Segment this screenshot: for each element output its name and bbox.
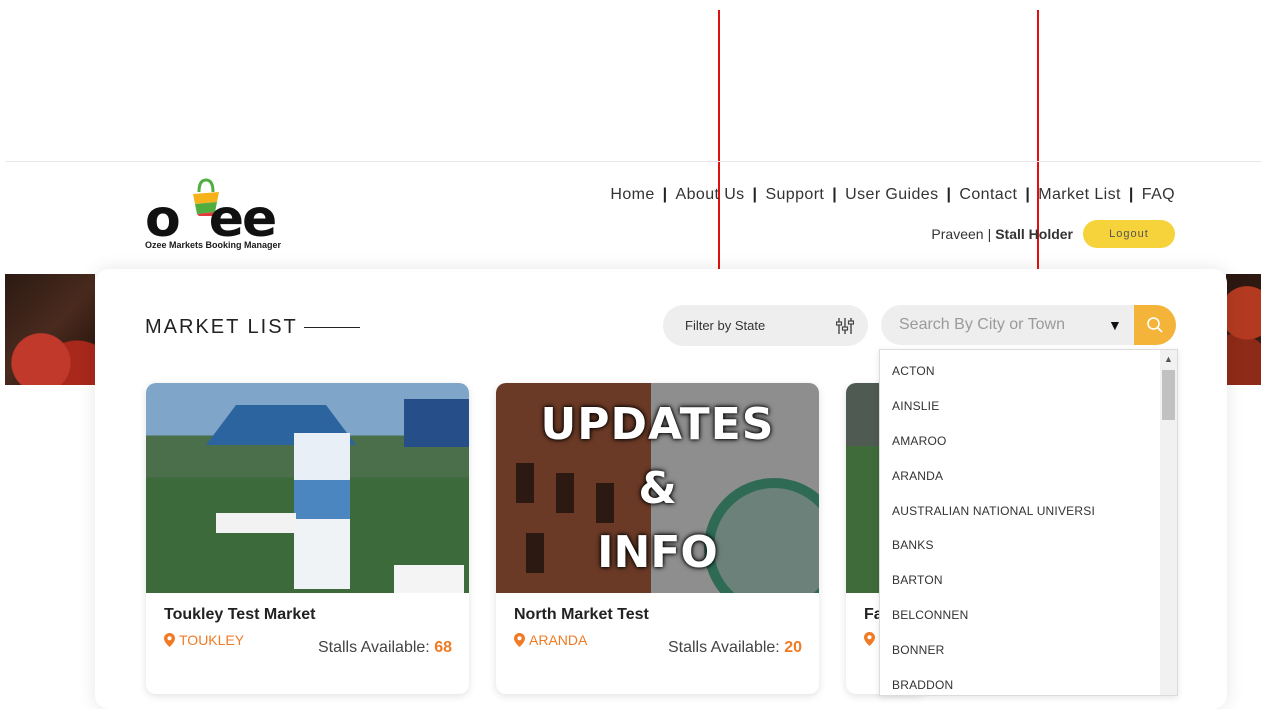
city-dropdown-list[interactable]: ACTON AINSLIE AMAROO ARANDA AUSTRALIAN N…: [879, 349, 1178, 696]
user-info: Praveen | Stall Holder Logout: [931, 220, 1175, 248]
nav-separator: |: [1025, 186, 1031, 203]
filter-by-state-button[interactable]: Filter by State: [663, 305, 868, 346]
image-overlay-text: UPDATES & INFO: [540, 399, 775, 578]
city-option[interactable]: AUSTRALIAN NATIONAL UNIVERSI: [880, 493, 1160, 528]
nav-separator: |: [662, 186, 668, 203]
city-option[interactable]: BARTON: [880, 563, 1160, 598]
city-option[interactable]: BRADDON: [880, 667, 1160, 695]
filter-label: Filter by State: [685, 318, 766, 333]
nav-separator: |: [752, 186, 758, 203]
market-card[interactable]: UPDATES & INFO North Market Test ARANDA …: [496, 383, 819, 694]
market-name: North Market Test: [514, 606, 649, 623]
logo-wordmark: o ee: [145, 189, 277, 249]
city-option[interactable]: BONNER: [880, 632, 1160, 667]
page-title-text: MARKET LIST: [145, 316, 298, 338]
nav-separator: |: [832, 186, 838, 203]
stalls-available: Stalls Available: 68: [318, 639, 452, 657]
market-card-image: UPDATES & INFO: [496, 383, 819, 593]
main-nav: Home | About Us | Support | User Guides …: [610, 186, 1175, 204]
user-separator: |: [987, 226, 992, 242]
logo-tagline: Ozee Markets Booking Manager: [145, 240, 282, 250]
dropdown-scroll-thumb[interactable]: [1162, 370, 1175, 420]
page-title: MARKET LIST: [145, 316, 360, 339]
site-logo[interactable]: o ee Ozee Markets Booking Manager: [145, 178, 310, 256]
city-search-input[interactable]: [881, 315, 1108, 335]
nav-market-list[interactable]: Market List: [1038, 186, 1121, 204]
title-underline: [303, 327, 360, 328]
stalls-available-count: 20: [784, 639, 802, 656]
user-name: Praveen: [931, 226, 984, 242]
annotation-arrow-search: [1037, 10, 1039, 298]
city-option[interactable]: AINSLIE: [880, 389, 1160, 424]
market-card-image: [146, 383, 469, 593]
nav-separator: |: [1128, 186, 1134, 203]
market-location-text: TOUKLEY: [179, 632, 245, 648]
nav-faq[interactable]: FAQ: [1142, 186, 1175, 204]
dropdown-caret-icon[interactable]: ▼: [1108, 317, 1122, 333]
scroll-up-icon[interactable]: ▲: [1160, 350, 1177, 367]
nav-separator: |: [946, 186, 952, 203]
stalls-available: Stalls Available: 20: [668, 639, 802, 657]
nav-home[interactable]: Home: [610, 186, 654, 204]
market-location: [864, 632, 875, 646]
user-role: Stall Holder: [995, 226, 1073, 242]
annotation-arrow-filter: [718, 10, 720, 298]
location-pin-icon: [514, 633, 525, 647]
market-card[interactable]: Toukley Test Market TOUKLEY Stalls Avail…: [146, 383, 469, 694]
market-name: Toukley Test Market: [164, 606, 316, 623]
top-divider: [6, 161, 1261, 162]
nav-support[interactable]: Support: [765, 186, 824, 204]
stalls-available-label: Stalls Available:: [667, 639, 780, 656]
city-option[interactable]: BELCONNEN: [880, 598, 1160, 633]
market-location: ARANDA: [514, 632, 587, 648]
sliders-icon: [836, 317, 854, 334]
city-option[interactable]: AMAROO: [880, 424, 1160, 459]
location-pin-icon: [164, 633, 175, 647]
stalls-available-count: 68: [434, 639, 452, 656]
city-option[interactable]: ARANDA: [880, 458, 1160, 493]
market-location: TOUKLEY: [164, 632, 244, 648]
search-button[interactable]: [1133, 305, 1176, 345]
nav-contact[interactable]: Contact: [959, 186, 1017, 204]
hero-background-left: [5, 274, 95, 385]
nav-user-guides[interactable]: User Guides: [845, 186, 938, 204]
stalls-available-label: Stalls Available:: [317, 639, 430, 656]
location-pin-icon: [864, 632, 875, 646]
city-option[interactable]: ACTON: [880, 354, 1160, 389]
city-search-box: ▼: [881, 305, 1176, 345]
city-option[interactable]: BANKS: [880, 528, 1160, 563]
nav-about-us[interactable]: About Us: [676, 186, 745, 204]
search-icon: [1147, 317, 1163, 333]
market-location-text: ARANDA: [529, 632, 588, 648]
logout-button[interactable]: Logout: [1083, 220, 1175, 248]
hero-background-right: [1226, 274, 1261, 385]
